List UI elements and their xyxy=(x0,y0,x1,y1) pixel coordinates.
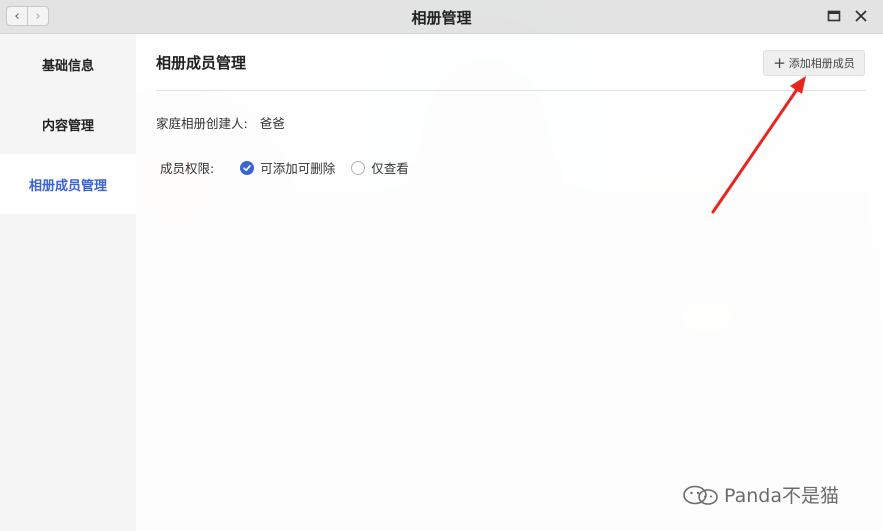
creator-label: 家庭相册创建人: xyxy=(156,116,248,131)
permission-label: 成员权限: xyxy=(160,161,215,176)
add-member-label: 添加相册成员 xyxy=(788,57,855,70)
permission-option-label: 仅查看 xyxy=(371,161,409,176)
wechat-icon xyxy=(683,485,718,505)
radio-unchecked-icon[interactable] xyxy=(351,160,366,175)
permission-option-label: 可添加可删除 xyxy=(260,161,336,176)
creator-name: 爸爸 xyxy=(259,116,285,131)
permission-option-add-delete[interactable]: 可添加可删除 xyxy=(240,158,335,177)
watermark-text: Panda不是猫 xyxy=(724,485,839,507)
close-icon[interactable] xyxy=(853,8,869,24)
watermark: Panda不是猫 xyxy=(682,481,839,508)
sidebar-item-basic-info[interactable]: 基础信息 xyxy=(0,34,136,94)
window-title: 相册管理 xyxy=(411,9,472,27)
permission-row: 成员权限: 可添加可删除 仅查看 xyxy=(160,158,425,177)
maximize-icon[interactable] xyxy=(826,8,842,24)
add-member-button[interactable]: + 添加相册成员 xyxy=(763,50,865,76)
sidebar-item-content-management[interactable]: 内容管理 xyxy=(0,94,136,154)
sidebar-item-member-management[interactable]: 相册成员管理 xyxy=(0,154,136,214)
main-panel: 相册成员管理 + 添加相册成员 家庭相册创建人: 爸爸 成员权限: 可添加可删除… xyxy=(136,34,883,531)
title-bar: ‹ › 相册管理 xyxy=(0,0,883,34)
permission-option-view-only[interactable]: 仅查看 xyxy=(351,158,409,177)
checkmark-icon xyxy=(243,164,252,171)
divider xyxy=(156,90,866,91)
page-title: 相册成员管理 xyxy=(156,54,247,72)
creator-row: 家庭相册创建人: 爸爸 xyxy=(156,113,285,132)
radio-checked-icon[interactable] xyxy=(240,160,255,175)
sidebar: 基础信息 内容管理 相册成员管理 xyxy=(0,34,136,531)
plus-icon: + xyxy=(773,53,786,72)
